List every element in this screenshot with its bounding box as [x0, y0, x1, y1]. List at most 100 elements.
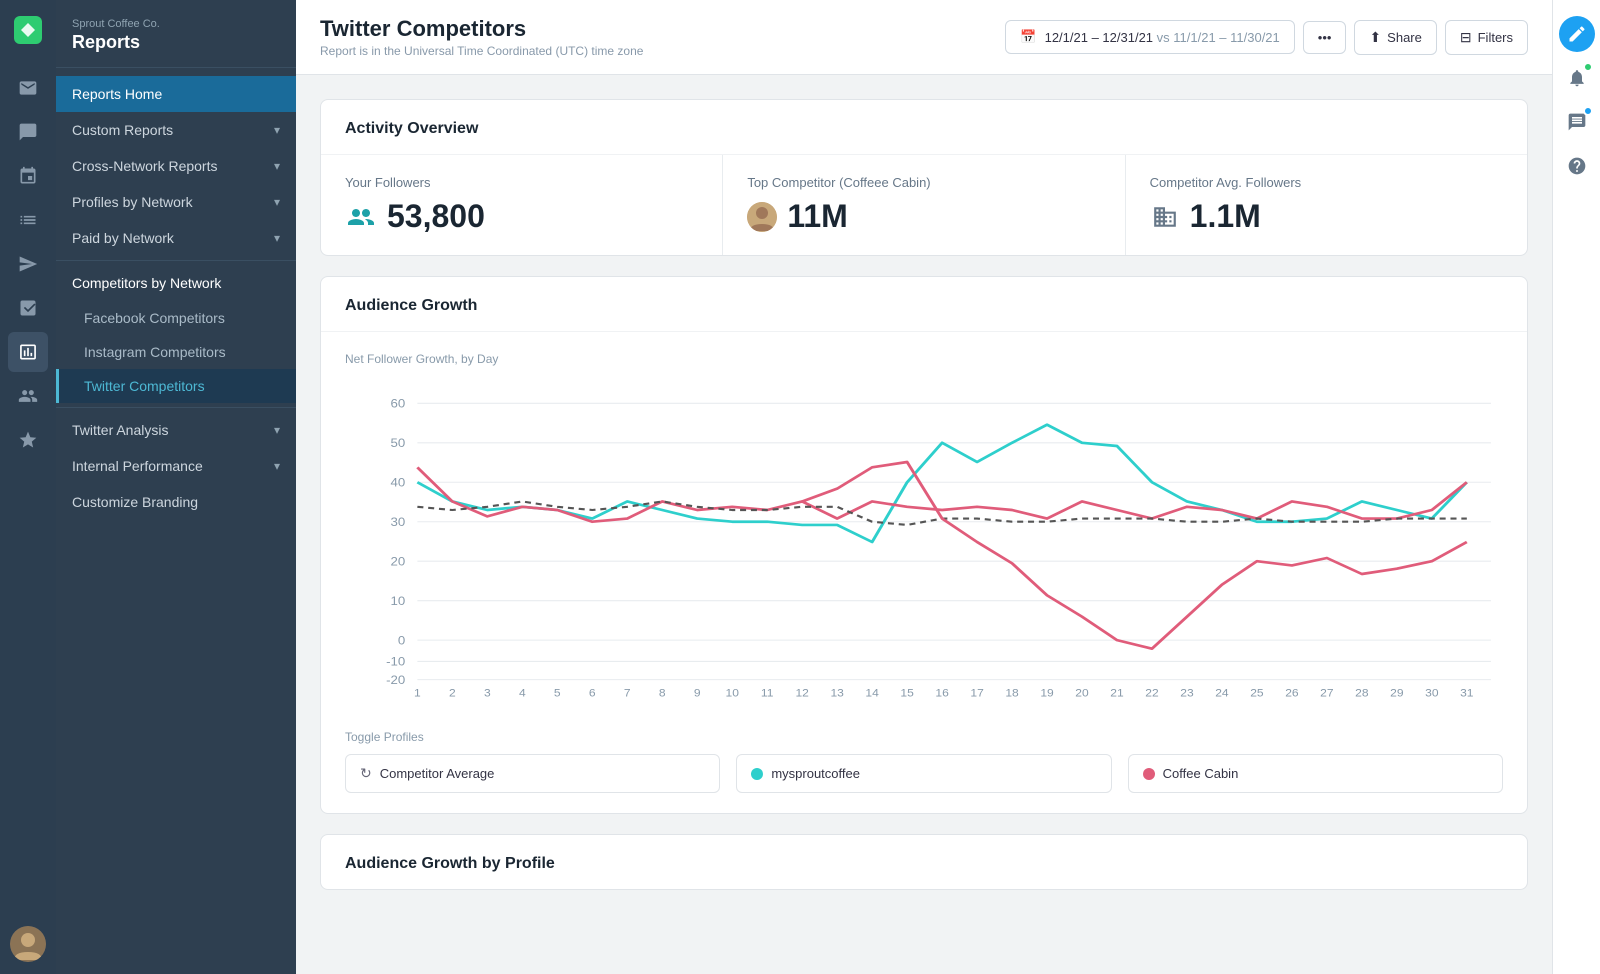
chat-badge: [1583, 106, 1593, 116]
stat-competitor-avg: Competitor Avg. Followers 1.1M: [1126, 155, 1527, 255]
dot-mysprout: [751, 768, 763, 780]
filters-button[interactable]: ⊟ Filters: [1445, 20, 1528, 55]
svg-text:13: 13: [830, 688, 843, 699]
chevron-twitter-analysis: ▾: [274, 423, 280, 437]
share-icon: ⬆: [1369, 29, 1381, 46]
audience-growth-by-profile-card: Audience Growth by Profile: [320, 834, 1528, 890]
svg-text:25: 25: [1250, 688, 1263, 699]
toggle-mysprout[interactable]: mysproutcoffee: [736, 754, 1111, 793]
nav-pin[interactable]: [8, 156, 48, 196]
toggle-competitor-avg[interactable]: ↻ Competitor Average: [345, 754, 720, 793]
filter-icon: ⊟: [1460, 29, 1472, 46]
sidebar-item-paid-by-network[interactable]: Paid by Network ▾: [56, 220, 296, 256]
audience-growth-chart: 60 50 40 30 20 10 0 -10 -20: [345, 382, 1503, 702]
svg-text:0: 0: [398, 634, 405, 647]
toggle-coffee-cabin[interactable]: Coffee Cabin: [1128, 754, 1503, 793]
sidebar-item-customize-branding[interactable]: Customize Branding: [56, 484, 296, 520]
svg-text:21: 21: [1110, 688, 1123, 699]
nav-comments[interactable]: [8, 112, 48, 152]
logo[interactable]: [10, 12, 46, 48]
stat-label-top-competitor: Top Competitor (Coffeee Cabin): [747, 175, 1100, 190]
page-header: Twitter Competitors Report is in the Uni…: [296, 0, 1552, 75]
chevron-paid: ▾: [274, 231, 280, 245]
stat-label-followers: Your Followers: [345, 175, 698, 190]
sidebar-item-custom-reports[interactable]: Custom Reports ▾: [56, 112, 296, 148]
svg-text:27: 27: [1320, 688, 1333, 699]
svg-text:2: 2: [449, 688, 456, 699]
icon-bar: [0, 0, 56, 974]
stat-top-competitor: Top Competitor (Coffeee Cabin) 11M: [723, 155, 1125, 255]
sidebar-item-profiles-by-network[interactable]: Profiles by Network ▾: [56, 184, 296, 220]
share-button[interactable]: ⬆ Share: [1354, 20, 1436, 55]
sidebar-header: Sprout Coffee Co. Reports: [56, 0, 296, 68]
more-options-button[interactable]: •••: [1303, 21, 1347, 54]
sidebar-item-twitter-analysis[interactable]: Twitter Analysis ▾: [56, 412, 296, 448]
svg-text:3: 3: [484, 688, 491, 699]
sidebar-item-facebook-competitors[interactable]: Facebook Competitors: [56, 301, 296, 335]
section-title: Reports: [72, 32, 280, 53]
svg-text:Dec: Dec: [407, 701, 429, 702]
nav-inbox[interactable]: [8, 68, 48, 108]
nav-reports[interactable]: [8, 332, 48, 372]
competitor-avatar: [747, 202, 777, 232]
nav-analytics[interactable]: [8, 288, 48, 328]
svg-text:6: 6: [589, 688, 596, 699]
svg-text:18: 18: [1005, 688, 1018, 699]
svg-text:19: 19: [1040, 688, 1053, 699]
svg-text:14: 14: [865, 688, 878, 699]
sidebar-item-instagram-competitors[interactable]: Instagram Competitors: [56, 335, 296, 369]
sidebar-item-twitter-competitors[interactable]: Twitter Competitors: [56, 369, 296, 403]
activity-overview-card: Activity Overview Your Followers 53,800: [320, 99, 1528, 256]
sidebar-navigation: Reports Home Custom Reports ▾ Cross-Netw…: [56, 68, 296, 528]
sidebar-item-reports-home[interactable]: Reports Home: [56, 76, 296, 112]
svg-text:8: 8: [659, 688, 666, 699]
stat-your-followers: Your Followers 53,800: [321, 155, 723, 255]
ellipsis-icon: •••: [1318, 30, 1332, 45]
chart-container: 60 50 40 30 20 10 0 -10 -20: [345, 382, 1503, 702]
notifications-button[interactable]: [1559, 60, 1595, 96]
audience-by-profile-title: Audience Growth by Profile: [321, 835, 1527, 889]
toggle-row: ↻ Competitor Average mysproutcoffee Coff…: [345, 754, 1503, 793]
refresh-icon: ↻: [360, 765, 372, 782]
chevron-cross-network: ▾: [274, 159, 280, 173]
sidebar: Sprout Coffee Co. Reports Reports Home C…: [56, 0, 296, 974]
svg-text:9: 9: [694, 688, 701, 699]
svg-text:24: 24: [1215, 688, 1228, 699]
nav-team[interactable]: [8, 376, 48, 416]
svg-text:31: 31: [1460, 688, 1473, 699]
svg-text:30: 30: [391, 516, 406, 529]
svg-text:23: 23: [1180, 688, 1193, 699]
svg-text:40: 40: [391, 476, 406, 489]
stats-row: Your Followers 53,800 Top Competitor (Co…: [321, 155, 1527, 255]
compose-button[interactable]: [1559, 16, 1595, 52]
help-button[interactable]: [1559, 148, 1595, 184]
nav-star[interactable]: [8, 420, 48, 460]
chart-section: Net Follower Growth, by Day: [321, 332, 1527, 722]
sidebar-item-competitors-by-network[interactable]: Competitors by Network: [56, 265, 296, 301]
sidebar-item-cross-network[interactable]: Cross-Network Reports ▾: [56, 148, 296, 184]
stat-value-top-competitor: 11M: [747, 198, 1100, 235]
svg-text:5: 5: [554, 688, 561, 699]
user-avatar[interactable]: [10, 926, 46, 962]
svg-text:60: 60: [391, 397, 406, 410]
audience-growth-title: Audience Growth: [321, 277, 1527, 332]
nav-send[interactable]: [8, 244, 48, 284]
svg-text:50: 50: [391, 437, 406, 450]
svg-text:4: 4: [519, 688, 526, 699]
date-range-button[interactable]: 📅 12/1/21 – 12/31/21 vs 11/1/21 – 11/30/…: [1005, 20, 1294, 54]
toggle-label-mysprout: mysproutcoffee: [771, 766, 860, 781]
svg-text:15: 15: [900, 688, 913, 699]
nav-list[interactable]: [8, 200, 48, 240]
activity-overview-title: Activity Overview: [321, 100, 1527, 155]
notification-badge: [1583, 62, 1593, 72]
svg-text:11: 11: [761, 688, 774, 699]
toggle-label-competitor-avg: Competitor Average: [380, 766, 495, 781]
svg-text:10: 10: [726, 688, 739, 699]
stat-value-competitor-avg: 1.1M: [1150, 198, 1503, 235]
chart-subtitle: Net Follower Growth, by Day: [345, 352, 1503, 366]
svg-text:1: 1: [414, 688, 421, 699]
chat-button[interactable]: [1559, 104, 1595, 140]
header-title-section: Twitter Competitors Report is in the Uni…: [320, 16, 643, 58]
stat-label-competitor-avg: Competitor Avg. Followers: [1150, 175, 1503, 190]
sidebar-item-internal-performance[interactable]: Internal Performance ▾: [56, 448, 296, 484]
